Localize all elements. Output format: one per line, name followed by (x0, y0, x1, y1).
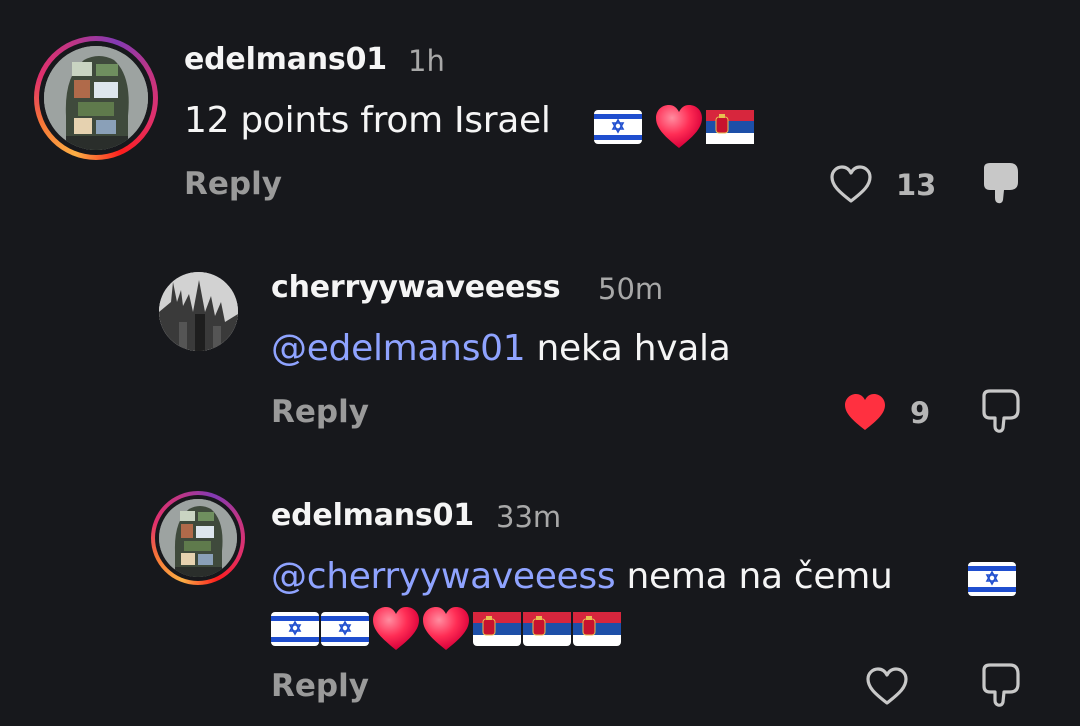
comment-username[interactable]: edelmans01 (184, 42, 387, 77)
comment-username[interactable]: cherryywaveeess (271, 270, 561, 305)
mention-link[interactable]: @edelmans01 (271, 328, 526, 369)
comment-emojis (968, 562, 1016, 596)
serbia-flag-icon (706, 110, 754, 144)
israel-flag-icon (271, 612, 319, 646)
comment-timestamp: 50m (598, 272, 664, 306)
serbia-flag-icon (523, 612, 571, 646)
comment-text: 12 points from Israel (184, 100, 551, 141)
dislike-icon[interactable] (978, 160, 1022, 206)
comment-timestamp: 33m (496, 500, 562, 534)
comment-text: nema na čemu (626, 556, 893, 597)
avatar-story-ring[interactable] (151, 491, 245, 585)
comments-thread: edelmans01 1h 12 points from Israel Repl… (0, 0, 1080, 726)
mention-link[interactable]: @cherryywaveeess (271, 556, 616, 597)
reply-button[interactable]: Reply (271, 394, 369, 430)
comment-text: neka hvala (536, 328, 731, 369)
comment-username[interactable]: edelmans01 (271, 498, 474, 533)
like-count: 13 (896, 168, 937, 202)
serbia-flag-icon (573, 612, 621, 646)
comment-emojis-line2 (271, 606, 621, 652)
avatar-story-ring[interactable] (34, 36, 158, 160)
reply-button[interactable]: Reply (184, 166, 282, 202)
comment-body: @edelmans01 neka hvala (271, 328, 731, 369)
israel-flag-icon (968, 562, 1016, 596)
comment-timestamp: 1h (408, 44, 445, 78)
red-heart-emoji-icon (423, 607, 469, 650)
reply-button[interactable]: Reply (271, 668, 369, 704)
avatar (44, 46, 148, 150)
israel-flag-icon (594, 110, 642, 144)
comment-emojis (594, 104, 754, 150)
israel-flag-icon (321, 612, 369, 646)
like-count: 9 (910, 396, 931, 430)
heart-filled-icon[interactable] (843, 392, 887, 432)
avatar[interactable] (159, 272, 238, 351)
red-heart-emoji-icon (656, 105, 702, 148)
dislike-outline-icon[interactable] (978, 662, 1022, 708)
serbia-flag-icon (473, 612, 521, 646)
heart-outline-icon[interactable] (829, 164, 873, 204)
comment-body: 12 points from Israel (184, 100, 551, 141)
red-heart-emoji-icon (373, 607, 419, 650)
avatar (159, 499, 237, 577)
comment-body: @cherryywaveeess nema na čemu (271, 556, 893, 597)
dislike-outline-icon[interactable] (978, 388, 1022, 434)
heart-outline-icon[interactable] (865, 666, 909, 706)
